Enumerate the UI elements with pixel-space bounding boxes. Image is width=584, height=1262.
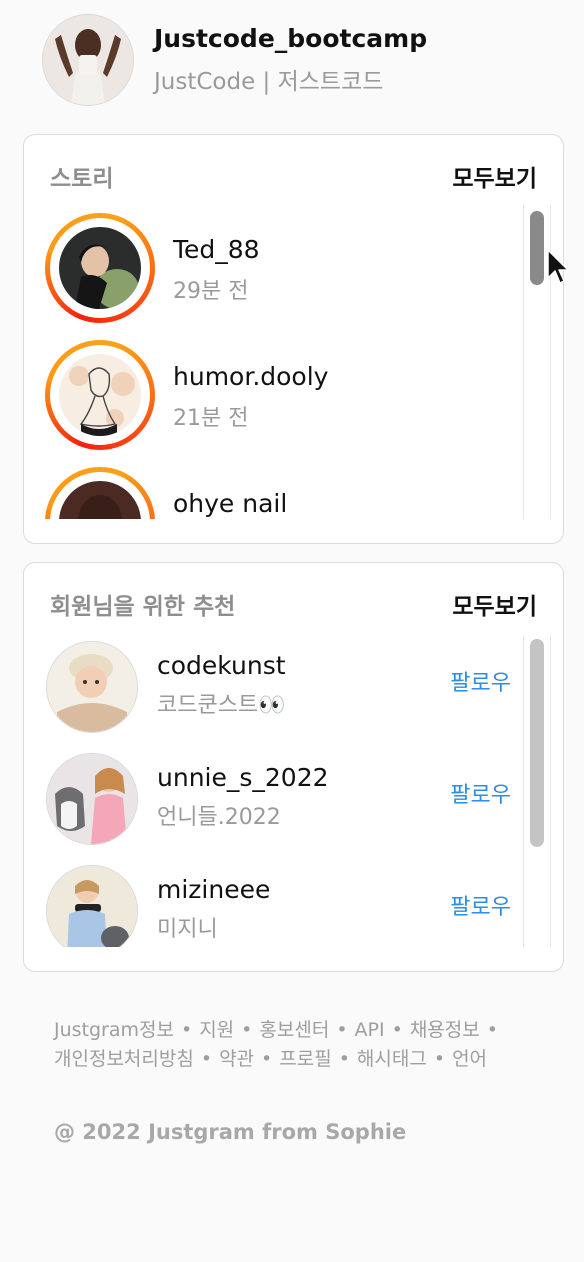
recommendation-subtitle: 언니들.2022	[157, 805, 281, 830]
story-item[interactable]: Ted_88 29분 전	[24, 205, 523, 332]
footer-links: Justgram정보 • 지원 • 홍보센터 • API • 채용정보 • 개인정보처리방침 • 약관…	[54, 1016, 544, 1074]
stories-scrollbar-thumb[interactable]	[530, 211, 544, 285]
stories-list[interactable]: Ted_88 29분 전 humor.dooly 21분 전 ohye nail	[24, 205, 523, 519]
recommendation-avatar[interactable]	[46, 753, 138, 845]
recommendation-item: codekunst 코드쿤스트👀 팔로우	[24, 635, 523, 747]
footer-link[interactable]: API	[355, 1019, 385, 1041]
mouse-cursor-icon	[547, 249, 569, 284]
recommendations-list[interactable]: codekunst 코드쿤스트👀 팔로우 unnie_s_2022 언니들.20…	[24, 635, 523, 947]
footer-link[interactable]: 언어	[452, 1048, 487, 1070]
stories-title: 스토리	[50, 166, 114, 192]
story-time: 21분 전	[173, 406, 249, 431]
story-ring	[45, 340, 155, 450]
profile-username[interactable]: Justcode_bootcamp	[154, 24, 427, 53]
footer-separator: •	[261, 1048, 273, 1070]
story-item[interactable]: humor.dooly 21분 전	[24, 332, 523, 459]
recommendation-username[interactable]: mizineee	[157, 875, 270, 904]
footer-link[interactable]: 프로필	[279, 1048, 331, 1070]
story-ring	[45, 467, 155, 519]
stories-panel: 스토리 모두보기 Ted_88 29분 전 humor.dooly 21분 전 …	[23, 134, 564, 544]
profile-photo	[43, 15, 133, 105]
recommendation-avatar[interactable]	[46, 641, 138, 733]
story-username: Ted_88	[173, 235, 260, 264]
footer-separator: •	[391, 1019, 403, 1041]
footer-link[interactable]: Justgram정보	[54, 1019, 174, 1041]
recommendation-avatar[interactable]	[46, 865, 138, 947]
recommendation-item: unnie_s_2022 언니들.2022 팔로우	[24, 747, 523, 859]
recommendations-scrollbar-thumb[interactable]	[530, 639, 544, 847]
footer-link[interactable]: 해시태그	[357, 1048, 427, 1070]
story-avatar	[59, 227, 141, 309]
footer-separator: •	[180, 1019, 193, 1041]
footer-separator: •	[338, 1048, 350, 1070]
footer-separator: •	[241, 1019, 253, 1041]
footer-link[interactable]: 홍보센터	[259, 1019, 329, 1041]
recommendations-panel: 회원님을 위한 추천 모두보기 codekunst 코드쿤스트👀 팔로우 unn…	[23, 562, 564, 972]
copyright: @ 2022 Justgram from Sophie	[54, 1120, 407, 1144]
footer-link[interactable]: 지원	[199, 1019, 234, 1041]
footer-link[interactable]: 개인정보처리방침	[54, 1048, 194, 1070]
footer-link[interactable]: 약관	[219, 1048, 254, 1070]
story-avatar	[59, 481, 141, 519]
recommendations-see-all-button[interactable]: 모두보기	[452, 587, 537, 621]
footer-separator: •	[486, 1019, 498, 1041]
profile-header: Justcode_bootcamp JustCode | 저스트코드	[42, 14, 562, 106]
follow-button[interactable]: 팔로우	[450, 889, 511, 921]
footer-link[interactable]: 채용정보	[410, 1019, 480, 1041]
story-item[interactable]: ohye nail	[24, 459, 523, 519]
story-ring	[45, 213, 155, 323]
story-username: humor.dooly	[173, 362, 329, 391]
story-time: 29분 전	[173, 279, 249, 304]
recommendation-item: mizineee 미지니 팔로우	[24, 859, 523, 947]
follow-button[interactable]: 팔로우	[450, 777, 511, 809]
footer-separator: •	[200, 1048, 213, 1070]
profile-avatar[interactable]	[42, 14, 134, 106]
recommendation-username[interactable]: codekunst	[157, 651, 286, 680]
follow-button[interactable]: 팔로우	[450, 665, 511, 697]
stories-see-all-button[interactable]: 모두보기	[452, 159, 537, 193]
story-username: ohye nail	[173, 489, 288, 518]
footer-separator: •	[336, 1019, 348, 1041]
recommendation-subtitle: 코드쿤스트👀	[157, 693, 286, 718]
recommendation-username[interactable]: unnie_s_2022	[157, 763, 329, 792]
recommendations-scrollbar[interactable]	[523, 635, 551, 947]
recommendations-title: 회원님을 위한 추천	[50, 594, 236, 620]
recommendation-subtitle: 미지니	[157, 917, 218, 942]
story-avatar	[59, 354, 141, 436]
footer-separator: •	[433, 1048, 446, 1070]
profile-subtitle: JustCode | 저스트코드	[154, 69, 384, 95]
